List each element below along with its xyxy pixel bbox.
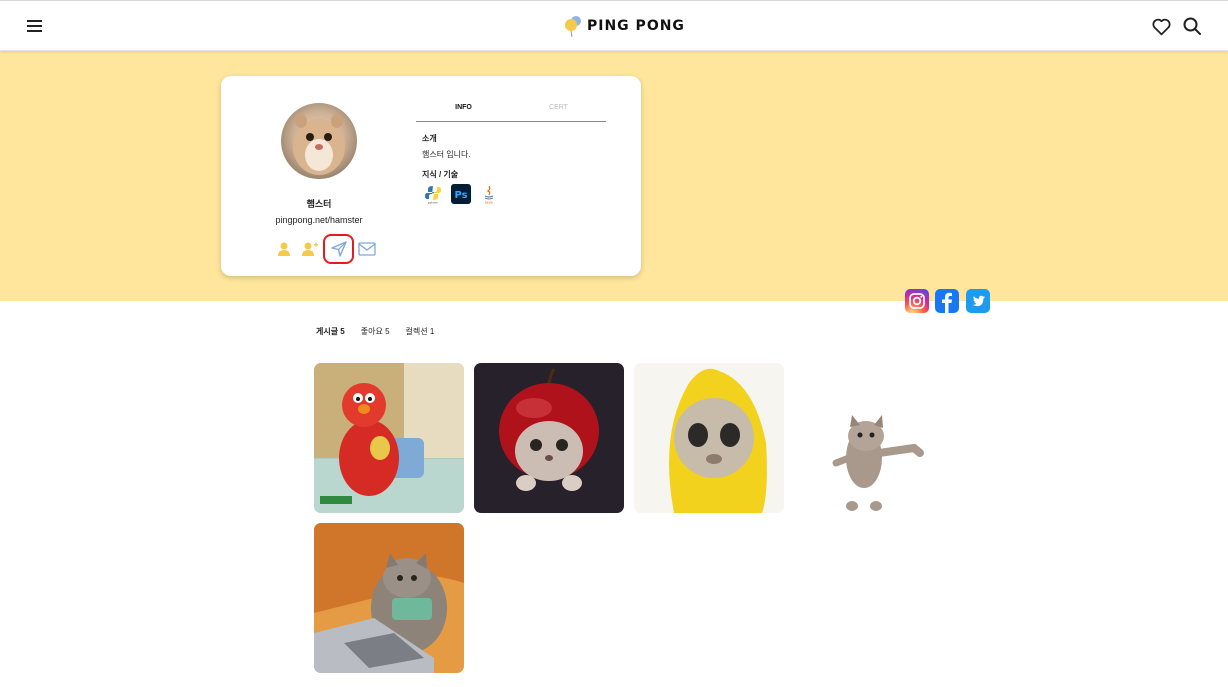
follower-icon[interactable] xyxy=(271,236,297,262)
post-thumbnail-apple-cat[interactable] xyxy=(474,363,624,513)
profile-tabs: INFO CERT xyxy=(416,104,606,122)
facebook-icon[interactable] xyxy=(935,289,959,313)
intro-text: 햄스터 입니다. xyxy=(422,150,471,159)
tab-info[interactable]: INFO xyxy=(416,104,511,121)
tab-collections[interactable]: 컬렉션 1 xyxy=(406,326,435,337)
tab-cert[interactable]: CERT xyxy=(511,104,606,121)
java-label: java xyxy=(484,201,492,205)
intro-title: 소개 xyxy=(422,134,437,143)
follow-add-icon[interactable] xyxy=(297,236,323,262)
photoshop-label: Ps xyxy=(454,190,467,201)
post-thumbnail-elmo[interactable] xyxy=(314,363,464,513)
post-thumbnail-banana-cat[interactable] xyxy=(634,363,784,513)
logo-text: PING PONG xyxy=(587,18,685,34)
twitter-icon[interactable] xyxy=(966,289,990,313)
avatar[interactable] xyxy=(281,103,357,179)
post-tabs: 게시글 5 좋아요 5 컬렉션 1 xyxy=(316,326,434,337)
profile-name: 햄스터 xyxy=(306,199,332,209)
site-logo[interactable]: PING PONG xyxy=(563,14,685,38)
profile-card: 햄스터 pingpong.net/hamster INFO CERT 소개 햄스… xyxy=(221,76,641,276)
profile-action-icons xyxy=(271,234,380,264)
python-label: python xyxy=(428,201,439,205)
post-thumbnail-dancing-cat[interactable] xyxy=(794,363,944,513)
java-icon[interactable]: java xyxy=(479,184,499,204)
profile-url[interactable]: pingpong.net/hamster xyxy=(241,215,397,225)
send-message-icon[interactable] xyxy=(323,234,354,264)
photoshop-icon[interactable]: Ps xyxy=(451,184,471,204)
tab-posts[interactable]: 게시글 5 xyxy=(316,326,345,337)
instagram-icon[interactable] xyxy=(905,289,929,313)
top-header: PING PONG xyxy=(0,0,1228,51)
heart-icon[interactable] xyxy=(1151,16,1172,37)
python-icon[interactable]: python xyxy=(423,184,443,204)
skills-list: python Ps java xyxy=(423,184,499,204)
mail-icon[interactable] xyxy=(354,236,380,262)
logo-balloons-icon xyxy=(565,16,581,37)
post-thumbnail-typing-cat[interactable] xyxy=(314,523,464,673)
tab-likes[interactable]: 좋아요 5 xyxy=(361,326,390,337)
skills-title: 지식 / 기술 xyxy=(422,170,459,179)
hamburger-menu-icon[interactable] xyxy=(24,15,46,37)
search-icon[interactable] xyxy=(1182,16,1202,36)
